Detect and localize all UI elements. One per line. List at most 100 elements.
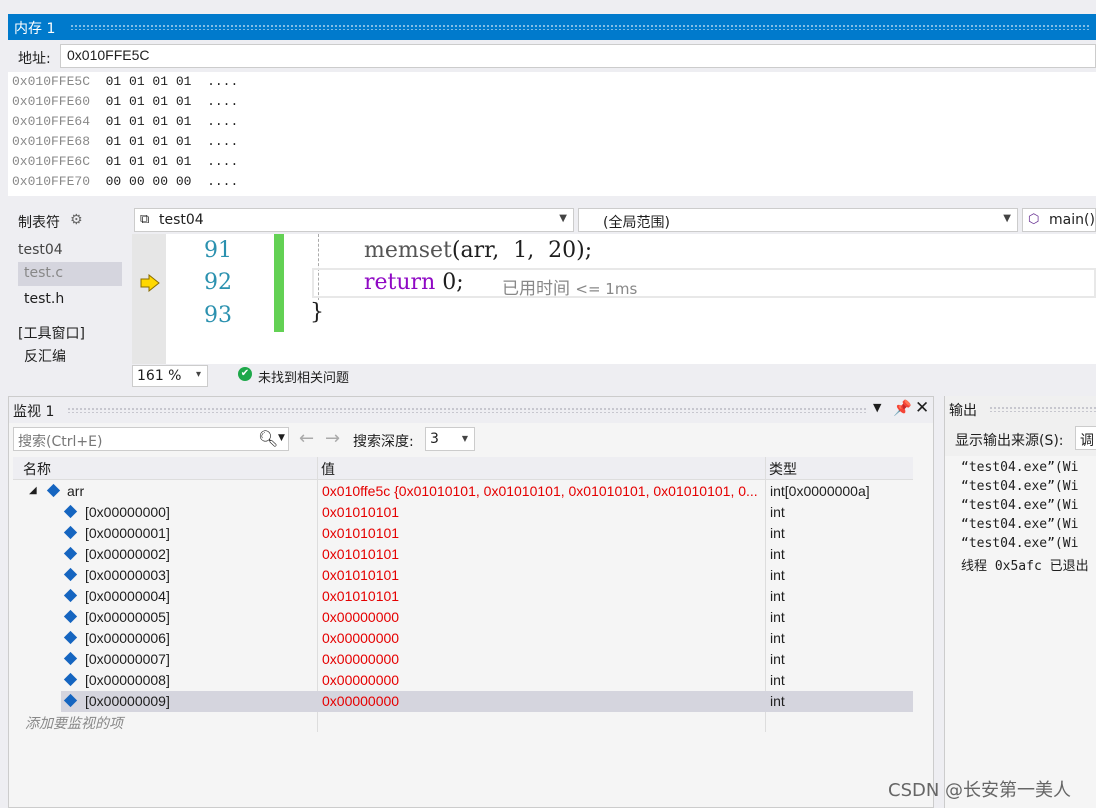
memory-row: 0x010FFE6C 01 01 01 01 .... — [12, 154, 239, 169]
column-value[interactable]: 值 — [321, 459, 335, 481]
tabs-title: 制表符 — [18, 215, 60, 231]
memory-address-bar: 地址: 0x010FFE5C — [8, 40, 1096, 72]
editor-status-bar: 161 % ▾ ✔ 未找到相关问题 — [132, 364, 1096, 388]
watch-row-element[interactable]: [0x00000006] 0x00000000 int — [21, 628, 913, 649]
code-line-93: } — [310, 300, 324, 325]
watch-name: [0x00000008] — [85, 672, 170, 688]
output-line: 线程 0x5afc 已退出 — [961, 559, 1089, 574]
file-dropdown-value: test04 — [159, 212, 204, 228]
output-line: “test04.exe”(Wi — [961, 460, 1079, 475]
chevron-down-icon[interactable]: ▼ — [278, 433, 285, 443]
function-dropdown[interactable]: ⬡ main() — [1022, 208, 1096, 232]
watch-row-element[interactable]: [0x00000007] 0x00000000 int — [21, 649, 913, 670]
watch-value[interactable]: 0x01010101 — [322, 567, 399, 583]
watch-search-input[interactable]: 搜索(Ctrl+E) 🔍︎ ▼ — [13, 427, 289, 451]
output-line: “test04.exe”(Wi — [961, 536, 1079, 551]
watch-row-element[interactable]: [0x00000001] 0x01010101 int — [21, 523, 913, 544]
memory-row: 0x010FFE64 01 01 01 01 .... — [12, 114, 239, 129]
watch-name: [0x00000009] — [85, 693, 170, 709]
code-line-92: return 0; — [364, 270, 464, 295]
chevron-down-icon: ▼ — [559, 213, 567, 224]
watch-type: int — [770, 693, 785, 709]
code-editor[interactable]: 91 92 93 memset(arr, 1, 20); return 0; 已… — [132, 234, 1096, 364]
watch-type: int — [770, 609, 785, 625]
memory-row: 0x010FFE68 01 01 01 01 .... — [12, 134, 239, 149]
watch-search-placeholder: 搜索(Ctrl+E) — [18, 434, 103, 450]
watch-row-element[interactable]: [0x00000000] 0x01010101 int — [21, 502, 913, 523]
watch-value[interactable]: 0x01010101 — [322, 546, 399, 562]
watch-type: int — [770, 630, 785, 646]
memory-row: 0x010FFE70 00 00 00 00 .... — [12, 174, 239, 189]
watch-value[interactable]: 0x00000000 — [322, 630, 399, 646]
memory-window-titlebar[interactable]: 内存 1 — [8, 14, 1096, 40]
tool-window-label[interactable]: [工具窗口] — [18, 323, 85, 343]
variable-icon — [63, 504, 78, 519]
watch-type: int[0x0000000a] — [770, 483, 870, 499]
watch-type: int — [770, 651, 785, 667]
variable-icon — [46, 483, 61, 498]
zoom-dropdown[interactable]: 161 % ▾ — [132, 365, 208, 387]
watch-row-element[interactable]: [0x00000003] 0x01010101 int — [21, 565, 913, 586]
watch-row-arr[interactable]: ◢ arr 0x010ffe5c {0x01010101, 0x01010101… — [21, 481, 913, 502]
output-line: “test04.exe”(Wi — [961, 479, 1079, 494]
watch-row-element[interactable]: [0x00000005] 0x00000000 int — [21, 607, 913, 628]
pin-icon[interactable]: 📌 — [893, 399, 912, 417]
output-window: 输出 显示输出来源(S): 调 “test04.exe”(Wi “test04.… — [944, 396, 1096, 808]
watch-row-element[interactable]: [0x00000004] 0x01010101 int — [21, 586, 913, 607]
memory-view[interactable]: 0x010FFE5C 01 01 01 01 .... 0x010FFE60 0… — [8, 72, 1096, 196]
watch-value[interactable]: 0x00000000 — [322, 609, 399, 625]
address-input[interactable]: 0x010FFE5C — [60, 44, 1096, 68]
watch-value[interactable]: 0x01010101 — [322, 504, 399, 520]
watch-value[interactable]: 0x01010101 — [322, 525, 399, 541]
function-dropdown-value: main() — [1049, 212, 1095, 228]
search-depth-value: 3 — [430, 431, 439, 447]
window-menu-dropdown-icon[interactable]: ▼ — [873, 401, 881, 414]
watch-row-element[interactable]: [0x00000008] 0x00000000 int — [21, 670, 913, 691]
file-test-c[interactable]: test.c — [24, 265, 63, 281]
output-source-label: 显示输出来源(S): — [955, 433, 1064, 449]
variable-icon — [63, 525, 78, 540]
gear-icon[interactable]: ⚙ — [70, 212, 83, 228]
watch-name: [0x00000001] — [85, 525, 170, 541]
output-source-dropdown[interactable]: 调 — [1075, 426, 1096, 450]
search-icon[interactable]: 🔍︎ — [258, 429, 278, 448]
variable-icon — [63, 630, 78, 645]
watch-value[interactable]: 0x01010101 — [322, 588, 399, 604]
watch-value[interactable]: 0x00000000 — [322, 672, 399, 688]
scope-dropdown[interactable]: (全局范围) ▼ — [578, 208, 1018, 232]
titlebar-grip — [67, 407, 867, 413]
column-type[interactable]: 类型 — [769, 459, 797, 481]
variable-icon — [63, 651, 78, 666]
watch-value[interactable]: 0x00000000 — [322, 651, 399, 667]
issues-status[interactable]: 未找到相关问题 — [258, 367, 349, 386]
back-arrow-icon[interactable]: ← — [299, 428, 314, 449]
chevron-down-icon: ▼ — [461, 434, 468, 443]
indicator-margin[interactable] — [132, 234, 166, 364]
project-name[interactable]: test04 — [18, 242, 63, 258]
watch-value[interactable]: 0x00000000 — [322, 693, 399, 709]
scope-dropdown-value: (全局范围) — [603, 215, 670, 231]
changed-lines-bar — [274, 234, 284, 332]
chevron-down-icon: ▾ — [195, 369, 201, 380]
file-dropdown[interactable]: ⧉ test04 ▼ — [134, 208, 574, 232]
watermark: CSDN @长安第一美人 — [888, 780, 1072, 801]
watch-titlebar[interactable]: 监视 1 ▼ 📌 ✕ — [9, 397, 933, 423]
forward-arrow-icon[interactable]: → — [325, 428, 340, 449]
variable-icon — [63, 546, 78, 561]
watch-row-element[interactable]: [0x00000002] 0x01010101 int — [21, 544, 913, 565]
disassembly-link[interactable]: 反汇编 — [24, 346, 66, 366]
add-watch-item[interactable]: 添加要监视的项 — [25, 713, 123, 733]
watch-type: int — [770, 588, 785, 604]
collapse-triangle-icon[interactable]: ◢ — [29, 485, 37, 496]
search-depth-dropdown[interactable]: 3 ▼ — [425, 427, 475, 451]
watch-name: [0x00000005] — [85, 609, 170, 625]
elapsed-time-perftip[interactable]: 已用时间 <= 1ms — [502, 274, 637, 299]
watch-name: arr — [67, 483, 85, 499]
file-test-h[interactable]: test.h — [24, 291, 64, 307]
watch-value[interactable]: 0x010ffe5c {0x01010101, 0x01010101, 0x01… — [322, 483, 764, 499]
variable-icon — [63, 609, 78, 624]
column-name[interactable]: 名称 — [23, 459, 51, 481]
close-icon[interactable]: ✕ — [915, 398, 929, 418]
variable-icon — [63, 567, 78, 582]
output-line: “test04.exe”(Wi — [961, 517, 1079, 532]
